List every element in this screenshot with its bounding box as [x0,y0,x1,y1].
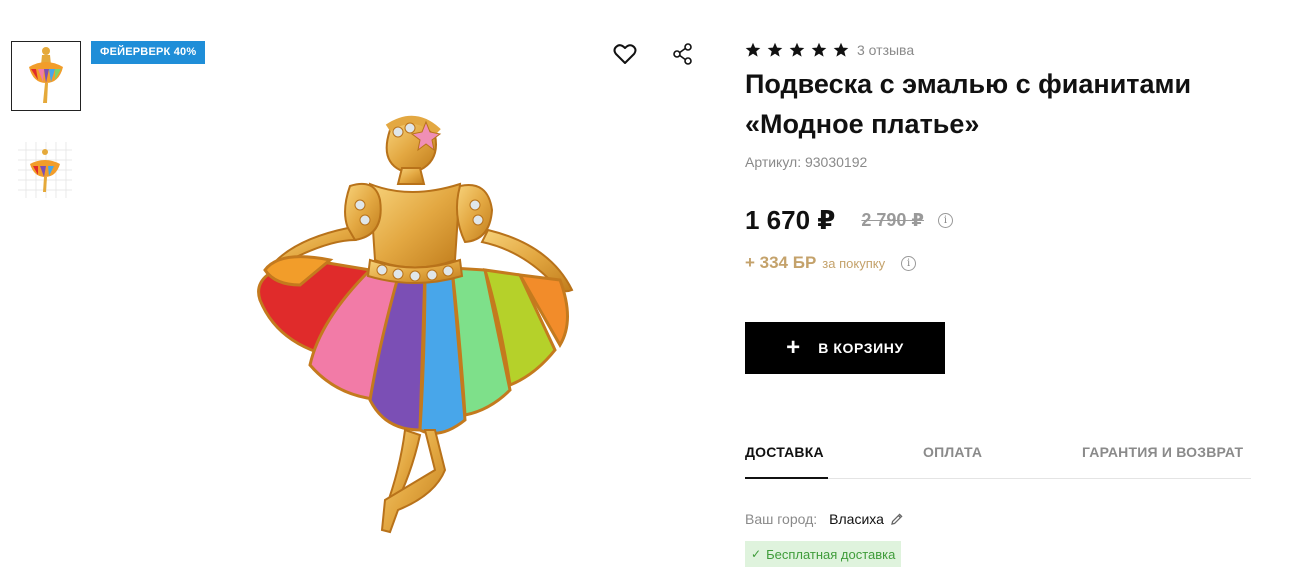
heart-icon [613,44,637,64]
add-to-cart-label: В КОРЗИНУ [818,340,904,356]
tab-warranty-return[interactable]: ГАРАНТИЯ И ВОЗВРАТ [1082,444,1243,479]
ballerina-thumbnail-icon [29,47,63,103]
add-to-cart-button[interactable]: + В КОРЗИНУ [745,322,945,374]
thumbnail-2[interactable] [17,140,73,200]
price-row: 1 670 ₽ 2 790 ₽ i [745,205,953,236]
city-value[interactable]: Власиха [829,511,884,527]
info-tabs: ДОСТАВКА ОПЛАТА ГАРАНТИЯ И ВОЗВРАТ [745,444,1251,479]
promo-badge: ФЕЙЕРВЕРК 40% [91,41,206,64]
price-info-icon[interactable]: i [937,213,953,228]
star-icon [745,42,761,57]
share-icon [673,43,692,65]
free-delivery-badge: ✓ Бесплатная доставка [745,541,902,567]
bonus-row: + 334 БР за покупку i [745,253,917,273]
bonus-amount: + 334 БР [745,253,817,272]
star-icon [767,42,783,57]
city-label: Ваш город: [745,511,818,527]
pencil-icon[interactable] [890,512,904,526]
main-product-image[interactable] [220,100,600,568]
product-article: Артикул: 93030192 [745,154,867,170]
product-rating: 3 отзыва [745,42,914,58]
favorite-button[interactable] [611,40,639,68]
tab-payment[interactable]: ОПЛАТА [923,444,982,479]
thumbnail-1[interactable] [11,41,81,111]
star-icon [833,42,849,57]
star-icon [811,42,827,57]
plus-icon: + [786,334,801,361]
reviews-link[interactable]: 3 отзыва [857,42,914,58]
rating-stars [745,42,849,58]
tab-delivery[interactable]: ДОСТАВКА [745,444,828,479]
current-price: 1 670 ₽ [745,205,836,235]
city-row: Ваш город: Власиха [745,511,904,527]
star-icon [789,42,805,57]
ballerina-pendant-image [257,116,574,534]
bonus-info-icon[interactable]: i [901,255,917,271]
article-label: Артикул: [745,154,802,170]
article-value: 93030192 [804,154,868,170]
share-button[interactable] [669,40,697,68]
free-delivery-text: Бесплатная доставка [766,546,896,562]
bonus-text: за покупку [822,255,886,271]
product-title: Подвеска с эмалью с фианитами «Модное пл… [745,69,1192,139]
old-price: 2 790 ₽ [861,210,924,230]
check-icon: ✓ [751,547,762,561]
ballerina-size-grid-icon [18,142,72,198]
